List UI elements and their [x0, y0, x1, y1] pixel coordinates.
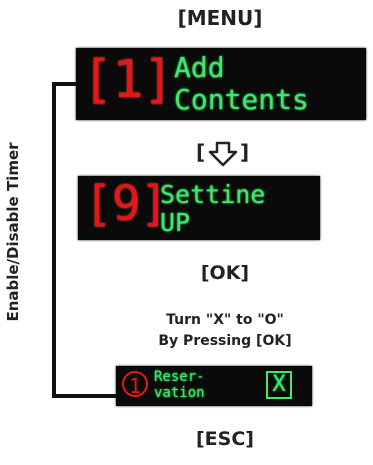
- menu-text-line2: UP: [160, 208, 191, 237]
- bracket-vertical: [52, 82, 56, 398]
- lcd-setting-up: [9] Settine UP: [78, 176, 320, 240]
- down-arrow-icon: [208, 141, 238, 167]
- reservation-text-line1: Reser-: [154, 369, 205, 385]
- instruction-line2: By Pressing [OK]: [158, 333, 292, 349]
- esc-key-label: [ESC]: [196, 428, 254, 450]
- reservation-checkbox: X: [266, 371, 292, 399]
- down-arrow-key: [ ]: [196, 140, 286, 167]
- menu-text-line1: Add: [174, 51, 225, 84]
- menu-text-line1: Settine: [160, 180, 266, 209]
- menu-text-line2: Contents: [174, 83, 309, 116]
- menu-number: [1]: [82, 50, 174, 110]
- menu-key-label: [MENU]: [177, 6, 263, 30]
- menu-number: [9]: [84, 176, 169, 232]
- enable-disable-timer-label: Enable/Disable Timer: [4, 142, 22, 322]
- circled-number: 1: [122, 371, 148, 398]
- lcd-add-contents: [1] Add Contents: [76, 48, 366, 120]
- lcd-reservation: 1 Reser- vation X: [116, 366, 312, 406]
- ok-key-label: [OK]: [200, 262, 250, 284]
- reservation-text-line2: vation: [154, 385, 205, 401]
- right-bracket: ]: [240, 140, 250, 164]
- bracket-bottom: [52, 394, 118, 398]
- left-bracket: [: [196, 140, 206, 164]
- instruction-line1: Turn "X" to "O": [166, 312, 284, 328]
